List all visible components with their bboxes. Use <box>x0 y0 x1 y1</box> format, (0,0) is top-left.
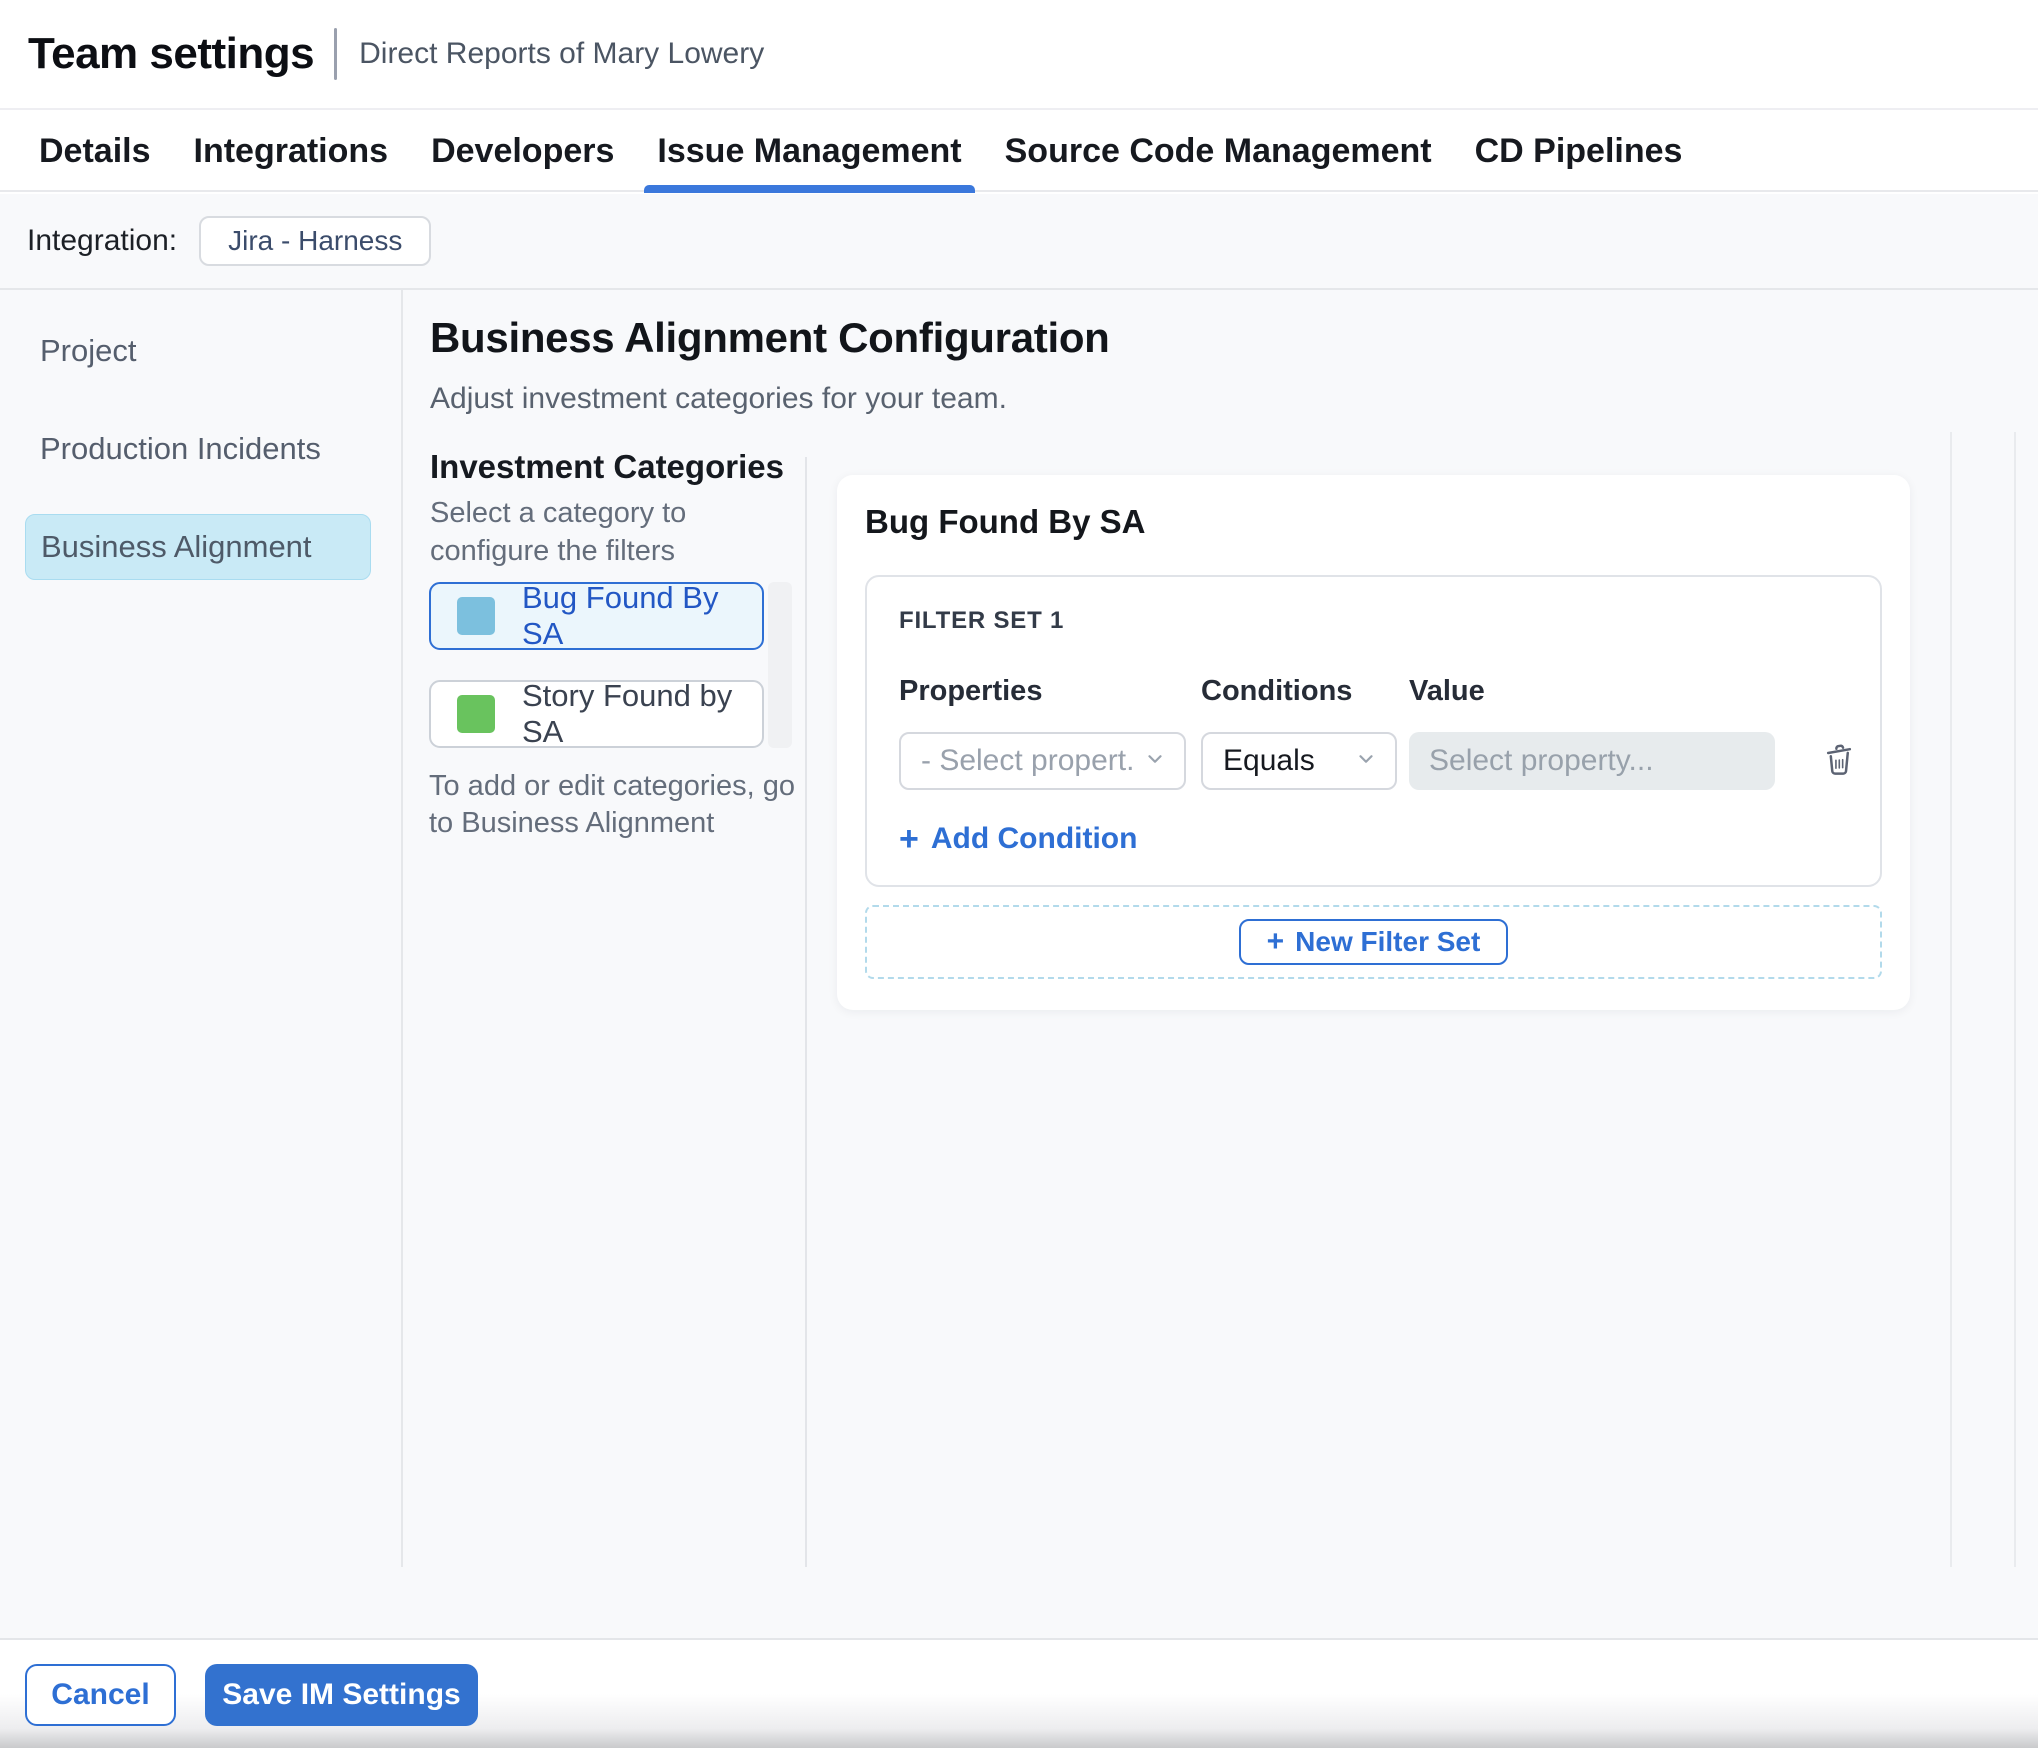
page-subtitle: Direct Reports of Mary Lowery <box>359 37 765 70</box>
section-subheading: Adjust investment categories for your te… <box>430 382 1007 415</box>
save-im-settings-button[interactable]: Save IM Settings <box>205 1664 478 1726</box>
investment-categories-title: Investment Categories <box>430 448 784 485</box>
right-gutter-line-1 <box>1950 432 1952 1567</box>
title-separator <box>334 28 338 80</box>
filter-card-title: Bug Found By SA <box>865 503 1146 540</box>
content-area: Project Production Incidents Business Al… <box>0 288 2038 1638</box>
right-gutter-line-2 <box>2014 432 2016 1567</box>
properties-select[interactable]: - Select propert... <box>899 732 1186 790</box>
tab-issue-management[interactable]: Issue Management <box>644 111 975 193</box>
column-header-conditions: Conditions <box>1201 675 1353 707</box>
plus-icon: + <box>1266 925 1285 958</box>
category-swatch-blue <box>457 597 495 635</box>
properties-select-placeholder: - Select propert... <box>921 744 1136 777</box>
page-header: Team settings Direct Reports of Mary Low… <box>0 0 2038 110</box>
new-filter-set-dropzone: + New Filter Set <box>865 905 1882 979</box>
chevron-down-icon <box>1144 748 1166 775</box>
delete-condition-button[interactable] <box>1817 739 1861 783</box>
category-swatch-green <box>457 695 495 733</box>
tab-cd-pipelines[interactable]: CD Pipelines <box>1475 111 1683 191</box>
chevron-down-icon <box>1355 748 1377 775</box>
filter-set-title: FILTER SET 1 <box>899 607 1065 634</box>
value-input[interactable] <box>1409 732 1775 790</box>
category-label: Story Found by SA <box>522 678 733 749</box>
sidebar-item-production-incidents[interactable]: Production Incidents <box>25 416 371 482</box>
filter-set-box: FILTER SET 1 Properties Conditions Value… <box>865 575 1882 887</box>
add-condition-button[interactable]: + Add Condition <box>899 822 1880 856</box>
sidebar-divider <box>401 290 403 1567</box>
sidebar-item-project[interactable]: Project <box>25 318 371 384</box>
category-button-story-found-by-sa[interactable]: Story Found by SA <box>429 678 764 749</box>
trash-icon <box>1821 741 1857 782</box>
tab-source-code-management[interactable]: Source Code Management <box>1005 111 1432 191</box>
category-button-bug-found-by-sa[interactable]: Bug Found By SA <box>429 580 764 651</box>
plus-icon: + <box>899 820 919 858</box>
tab-details[interactable]: Details <box>39 111 151 191</box>
integration-label: Integration: <box>27 224 178 257</box>
categories-note: To add or edit categories, go to Busines… <box>429 770 795 839</box>
tab-bar: Details Integrations Developers Issue Ma… <box>0 111 2038 193</box>
conditions-select[interactable]: Equals <box>1201 732 1397 790</box>
categories-divider <box>805 457 807 1567</box>
conditions-select-value: Equals <box>1223 744 1315 777</box>
filter-column-headers: Properties Conditions Value <box>899 675 1880 708</box>
section-heading: Business Alignment Configuration <box>430 314 1110 361</box>
category-list-scrollbar[interactable] <box>768 582 792 748</box>
column-header-value: Value <box>1409 675 1485 707</box>
column-header-properties: Properties <box>899 675 1043 707</box>
category-label: Bug Found By SA <box>522 580 719 651</box>
new-filter-set-button[interactable]: + New Filter Set <box>1238 919 1509 965</box>
tab-developers[interactable]: Developers <box>431 111 614 191</box>
tab-integrations[interactable]: Integrations <box>194 111 389 191</box>
cancel-button[interactable]: Cancel <box>25 1664 176 1726</box>
filter-configuration-card: Bug Found By SA FILTER SET 1 Properties … <box>837 475 1910 1010</box>
footer-bar: Cancel Save IM Settings <box>0 1638 2038 1748</box>
page-title: Team settings <box>28 29 315 78</box>
add-condition-label: Add Condition <box>930 822 1138 855</box>
team-settings-page: Team settings Direct Reports of Mary Low… <box>0 0 2038 1748</box>
sidebar-item-business-alignment[interactable]: Business Alignment <box>25 514 371 580</box>
settings-sidebar: Project Production Incidents Business Al… <box>0 290 401 612</box>
new-filter-set-label: New Filter Set <box>1295 926 1481 957</box>
investment-categories-description: Select a category to configure the filte… <box>430 497 687 567</box>
integration-row: Integration: Jira - Harness <box>0 194 2038 288</box>
integration-chip[interactable]: Jira - Harness <box>199 216 432 266</box>
filter-condition-row: - Select propert... Equals <box>899 732 1880 790</box>
